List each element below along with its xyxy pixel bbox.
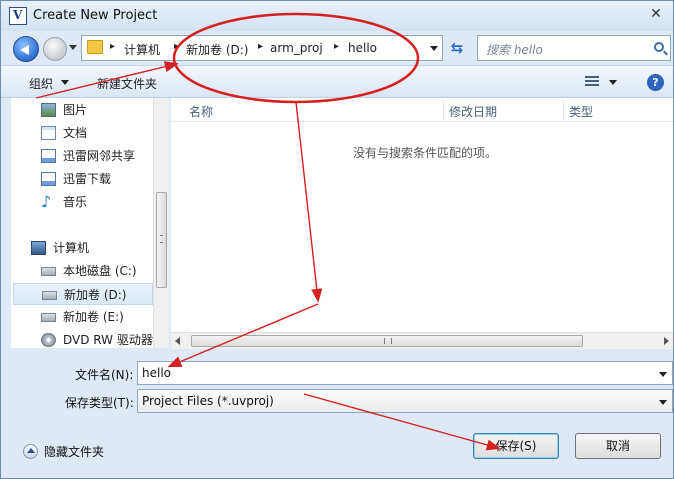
drive-icon xyxy=(42,291,57,300)
scroll-right-icon[interactable] xyxy=(664,337,669,345)
nav-item-label: 迅雷下载 xyxy=(63,172,112,186)
pictures-icon xyxy=(41,103,56,117)
column-date-modified[interactable]: 修改日期 xyxy=(449,103,497,120)
download-folder-icon xyxy=(41,172,56,186)
filename-input[interactable]: hello xyxy=(137,361,673,385)
nav-item-label: DVD RW 驱动器 xyxy=(63,333,153,347)
drive-icon xyxy=(41,313,56,322)
drive-icon xyxy=(41,267,56,276)
breadcrumb-computer[interactable]: 计算机 xyxy=(124,41,160,58)
empty-message: 没有与搜索条件匹配的项。 xyxy=(353,146,498,160)
toolbar: 组织 新建文件夹 ? xyxy=(1,65,673,98)
nav-item-xunlei-download[interactable]: 迅雷下载 xyxy=(11,168,151,190)
breadcrumb-separator[interactable]: ▸ xyxy=(110,41,115,52)
column-name[interactable]: 名称 xyxy=(189,103,213,120)
search-box[interactable]: 搜索 hello xyxy=(477,35,671,61)
hide-folders-button[interactable]: 隐藏文件夹 xyxy=(44,443,104,460)
window-title: Create New Project xyxy=(33,8,158,23)
address-bar[interactable]: ▸ 计算机 ▸ 新加卷 (D:) ▸ arm_proj ▸ hello xyxy=(81,35,443,61)
nav-item-drive-c[interactable]: 本地磁盘 (C:) xyxy=(11,260,151,282)
help-button[interactable]: ? xyxy=(647,74,664,91)
cancel-button[interactable]: 取消 xyxy=(575,433,661,459)
nav-item-drive-e[interactable]: 新加卷 (E:) xyxy=(11,306,151,328)
new-folder-button[interactable]: 新建文件夹 xyxy=(97,75,157,92)
nav-item-label: 文档 xyxy=(63,126,88,140)
app-icon xyxy=(9,7,27,25)
navigation-row: ▸ 计算机 ▸ 新加卷 (D:) ▸ arm_proj ▸ hello ⇆ 搜索… xyxy=(1,31,673,65)
music-icon xyxy=(41,191,56,213)
scrollbar-thumb[interactable] xyxy=(191,335,583,347)
filetype-value[interactable]: Project Files (*.uvproj) xyxy=(142,394,274,408)
column-header: 名称 修改日期 类型 xyxy=(171,98,673,122)
scrollbar-thumb[interactable] xyxy=(156,192,167,288)
filetype-dropdown-icon[interactable] xyxy=(659,400,667,405)
view-dropdown-icon[interactable] xyxy=(609,80,617,85)
computer-icon xyxy=(31,241,46,255)
title-bar: Create New Project ✕ xyxy=(1,1,673,31)
filetype-label: 保存类型(T): xyxy=(65,396,134,410)
forward-button[interactable] xyxy=(43,37,67,61)
column-divider[interactable] xyxy=(443,100,444,120)
nav-item-computer[interactable]: 计算机 xyxy=(11,237,151,259)
navigation-pane: 图片 文档 迅雷网邻共享 迅雷下载 音乐 计算机 本地磁盘 (C:) 新加卷 xyxy=(11,98,169,348)
breadcrumb-drive-d[interactable]: 新加卷 (D:) xyxy=(186,41,248,58)
nav-item-label: 新加卷 (E:) xyxy=(63,310,124,324)
breadcrumb-arm-proj[interactable]: arm_proj xyxy=(270,41,323,55)
organize-button[interactable]: 组织 xyxy=(29,75,53,92)
breadcrumb-hello[interactable]: hello xyxy=(348,41,377,55)
column-type[interactable]: 类型 xyxy=(569,103,593,120)
breadcrumb-separator[interactable]: ▸ xyxy=(334,41,339,52)
folder-icon xyxy=(87,40,103,54)
filename-label: 文件名(N): xyxy=(75,368,134,382)
breadcrumb-separator[interactable]: ▸ xyxy=(258,41,263,52)
filename-value[interactable]: hello xyxy=(142,366,171,380)
scroll-left-icon[interactable] xyxy=(175,337,180,345)
refresh-icon[interactable]: ⇆ xyxy=(445,37,469,59)
nav-item-label: 迅雷网邻共享 xyxy=(63,149,136,163)
nav-item-label: 本地磁盘 (C:) xyxy=(63,264,137,278)
nav-item-music[interactable]: 音乐 xyxy=(11,191,151,213)
address-dropdown-icon[interactable] xyxy=(430,46,438,51)
save-button[interactable]: 保存(S) xyxy=(473,433,559,459)
nav-pane-scrollbar[interactable] xyxy=(153,98,169,348)
cd-drive-icon xyxy=(41,333,56,347)
nav-item-label: 新加卷 (D:) xyxy=(64,288,127,302)
nav-item-xunlei-share[interactable]: 迅雷网邻共享 xyxy=(11,145,151,167)
nav-item-drive-d[interactable]: 新加卷 (D:) xyxy=(13,283,153,305)
documents-icon xyxy=(41,126,56,140)
share-icon xyxy=(41,149,56,163)
nav-item-documents[interactable]: 文档 xyxy=(11,122,151,144)
back-button[interactable] xyxy=(13,36,39,62)
filename-dropdown-icon[interactable] xyxy=(659,372,667,377)
column-divider[interactable] xyxy=(563,100,564,120)
view-icon[interactable] xyxy=(585,76,599,88)
filetype-select[interactable]: Project Files (*.uvproj) xyxy=(137,389,673,413)
search-placeholder[interactable]: 搜索 hello xyxy=(486,41,543,58)
history-dropdown-icon[interactable] xyxy=(69,45,77,50)
nav-item-label: 图片 xyxy=(63,103,88,117)
organize-dropdown-icon[interactable] xyxy=(61,80,69,85)
nav-item-pictures[interactable]: 图片 xyxy=(11,99,151,121)
file-list: 名称 修改日期 类型 没有与搜索条件匹配的项。 xyxy=(171,98,673,332)
file-list-hscrollbar[interactable] xyxy=(171,332,673,349)
close-button[interactable]: ✕ xyxy=(645,5,667,23)
nav-item-label: 音乐 xyxy=(63,195,88,209)
hide-folders-icon[interactable] xyxy=(23,444,38,459)
search-icon[interactable] xyxy=(654,42,664,52)
breadcrumb-separator[interactable]: ▸ xyxy=(174,41,179,52)
nav-item-label: 计算机 xyxy=(53,241,90,255)
nav-item-dvd-drive[interactable]: DVD RW 驱动器 xyxy=(11,329,158,351)
create-project-dialog: Create New Project ✕ ▸ 计算机 ▸ 新加卷 (D:) ▸ … xyxy=(0,0,674,479)
